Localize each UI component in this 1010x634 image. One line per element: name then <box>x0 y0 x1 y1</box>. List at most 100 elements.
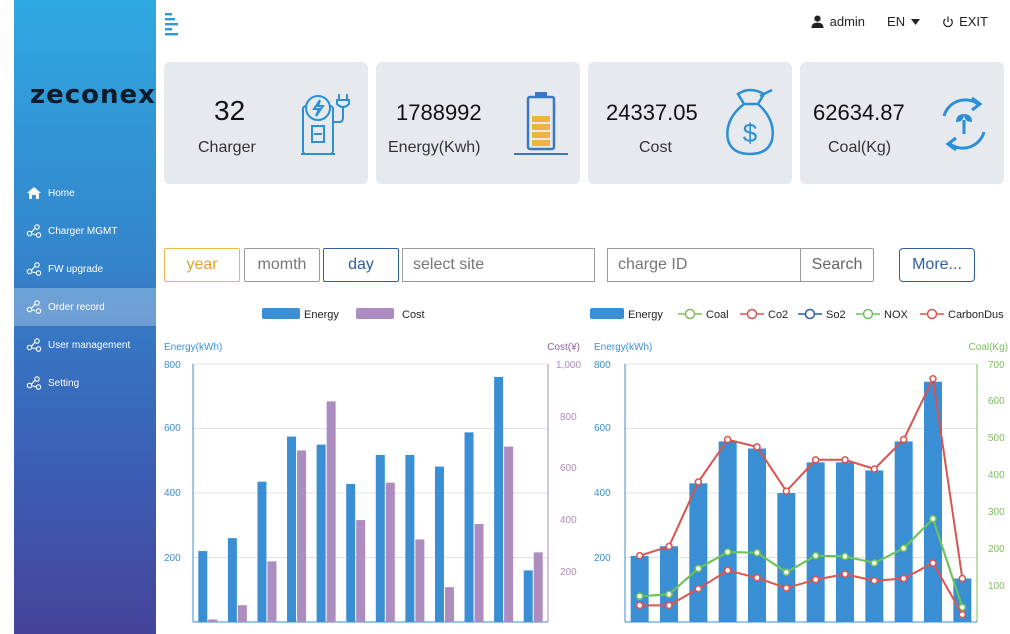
cost-bar <box>237 605 247 622</box>
y-axis-title: Energy(kWh) <box>164 342 222 353</box>
y2-tick-label: 300 <box>988 507 1005 518</box>
site-select-input[interactable] <box>402 248 595 282</box>
co2-point <box>958 574 967 583</box>
cost-bar <box>297 450 307 622</box>
cost-bar <box>326 401 336 622</box>
stat-value: 1788992 <box>396 100 482 125</box>
energy-bar <box>660 546 678 622</box>
legend-swatch-energy <box>590 308 624 319</box>
legend-marker-co2 <box>746 308 758 320</box>
charge-id-input[interactable] <box>607 248 801 282</box>
sidebar-item-label: FW upgrade <box>48 263 104 275</box>
carbondus-point <box>635 601 644 610</box>
energy-bar <box>227 538 237 622</box>
energy-bar <box>464 432 474 622</box>
y-tick-label: 600 <box>594 423 611 434</box>
y2-tick-label: 400 <box>988 470 1005 481</box>
caret-down-icon <box>911 18 921 25</box>
legend-marker-coal <box>684 308 696 320</box>
user-name: admin <box>829 14 866 29</box>
nox-point <box>635 592 644 600</box>
co2-point <box>899 435 908 444</box>
user-menu[interactable]: admin <box>811 14 865 29</box>
logo: zeconex <box>30 80 156 110</box>
co2-point <box>841 456 849 464</box>
y2-tick-label: 100 <box>988 581 1005 592</box>
menu-toggle-icon[interactable] <box>165 12 181 36</box>
y-axis-title: Energy(kWh) <box>594 342 652 353</box>
y2-tick-label: 600 <box>560 463 577 474</box>
legend-label-coal: Coal <box>706 309 729 321</box>
carbondus-point <box>811 575 820 584</box>
cost-bar <box>208 619 218 622</box>
more-button[interactable]: More... <box>899 248 975 282</box>
month-button[interactable]: momth <box>244 248 320 282</box>
legend-label-co2: Co2 <box>768 309 788 321</box>
sidebar-item-home[interactable]: Home <box>14 174 156 212</box>
carbondus-point <box>694 585 703 593</box>
carbondus-point <box>782 584 791 592</box>
stat-label: Cost <box>639 139 672 156</box>
carbondus-point <box>870 576 879 585</box>
charger-station-icon <box>301 94 350 155</box>
sidebar-item-charger-mgmt[interactable]: Charger MGMT <box>14 212 156 250</box>
y2-tick-label: 700 <box>988 360 1005 371</box>
y2-axis-title: Coal(Kg) <box>969 342 1008 353</box>
legend-label-so2: So2 <box>826 309 846 321</box>
y2-tick-label: 1,000 <box>556 360 581 371</box>
y2-tick-label: 200 <box>988 544 1005 555</box>
energy-bar <box>405 454 415 622</box>
sidebar-item-label: Order record <box>48 301 105 313</box>
nox-point <box>723 548 732 556</box>
stat-value: 24337.05 <box>606 100 698 125</box>
nox-point <box>899 544 908 553</box>
chart-legend: Energy Cost <box>262 308 425 321</box>
exit-button[interactable]: EXIT <box>942 14 988 29</box>
energy-bar <box>806 462 825 622</box>
y-tick-label: 800 <box>164 360 181 371</box>
language-select[interactable]: EN <box>887 14 921 29</box>
cost-bar <box>267 561 277 622</box>
header-actions: admin EN EXIT <box>789 14 988 29</box>
carbondus-point <box>723 566 732 575</box>
sidebar-item-fw-upgrade[interactable]: FW upgrade <box>14 250 156 288</box>
year-button[interactable]: year <box>164 248 240 282</box>
share-icon <box>26 300 42 314</box>
energy-bar <box>257 481 267 622</box>
search-button[interactable]: Search <box>800 248 874 282</box>
sidebar-item-setting[interactable]: Setting <box>14 364 156 402</box>
energy-bar <box>198 551 208 622</box>
energy-bar <box>777 493 796 622</box>
co2-point <box>929 374 937 383</box>
legend-label-nox: NOX <box>884 309 909 321</box>
sidebar-item-order-record[interactable]: Order record <box>14 288 156 326</box>
carbondus-line <box>639 561 964 616</box>
sidebar-nav: Home Charger MGMT FW upgrade Order recor… <box>14 174 156 402</box>
cost-bar <box>533 552 543 622</box>
energy-bar <box>287 436 297 622</box>
sidebar-item-label: Home <box>48 187 75 199</box>
cost-bar <box>385 482 395 622</box>
cost-bar <box>504 446 514 622</box>
chart-legend: Energy Coal Co2 So2 NOX CarbonDus <box>590 308 1004 321</box>
y2-tick-label: 200 <box>560 567 577 578</box>
cost-bar <box>474 523 484 622</box>
legend-marker-carbondust <box>926 308 938 320</box>
co2-point <box>782 487 791 495</box>
nox-point <box>782 568 791 576</box>
energy-bar <box>630 555 649 622</box>
power-icon <box>942 16 954 28</box>
legend-swatch-energy <box>262 308 300 319</box>
day-button[interactable]: day <box>323 248 399 282</box>
y2-tick-label: 600 <box>988 396 1005 407</box>
energy-bar <box>434 466 444 622</box>
energy-bar <box>836 462 854 622</box>
sidebar-item-user-management[interactable]: User management <box>14 326 156 364</box>
carbondus-point <box>841 570 849 578</box>
stat-label: Charger <box>198 139 256 156</box>
energy-bar <box>689 483 708 622</box>
energy-bar <box>865 470 884 622</box>
home-icon <box>26 186 42 200</box>
sidebar-item-label: User management <box>48 339 131 351</box>
carbondus-point <box>665 601 673 610</box>
